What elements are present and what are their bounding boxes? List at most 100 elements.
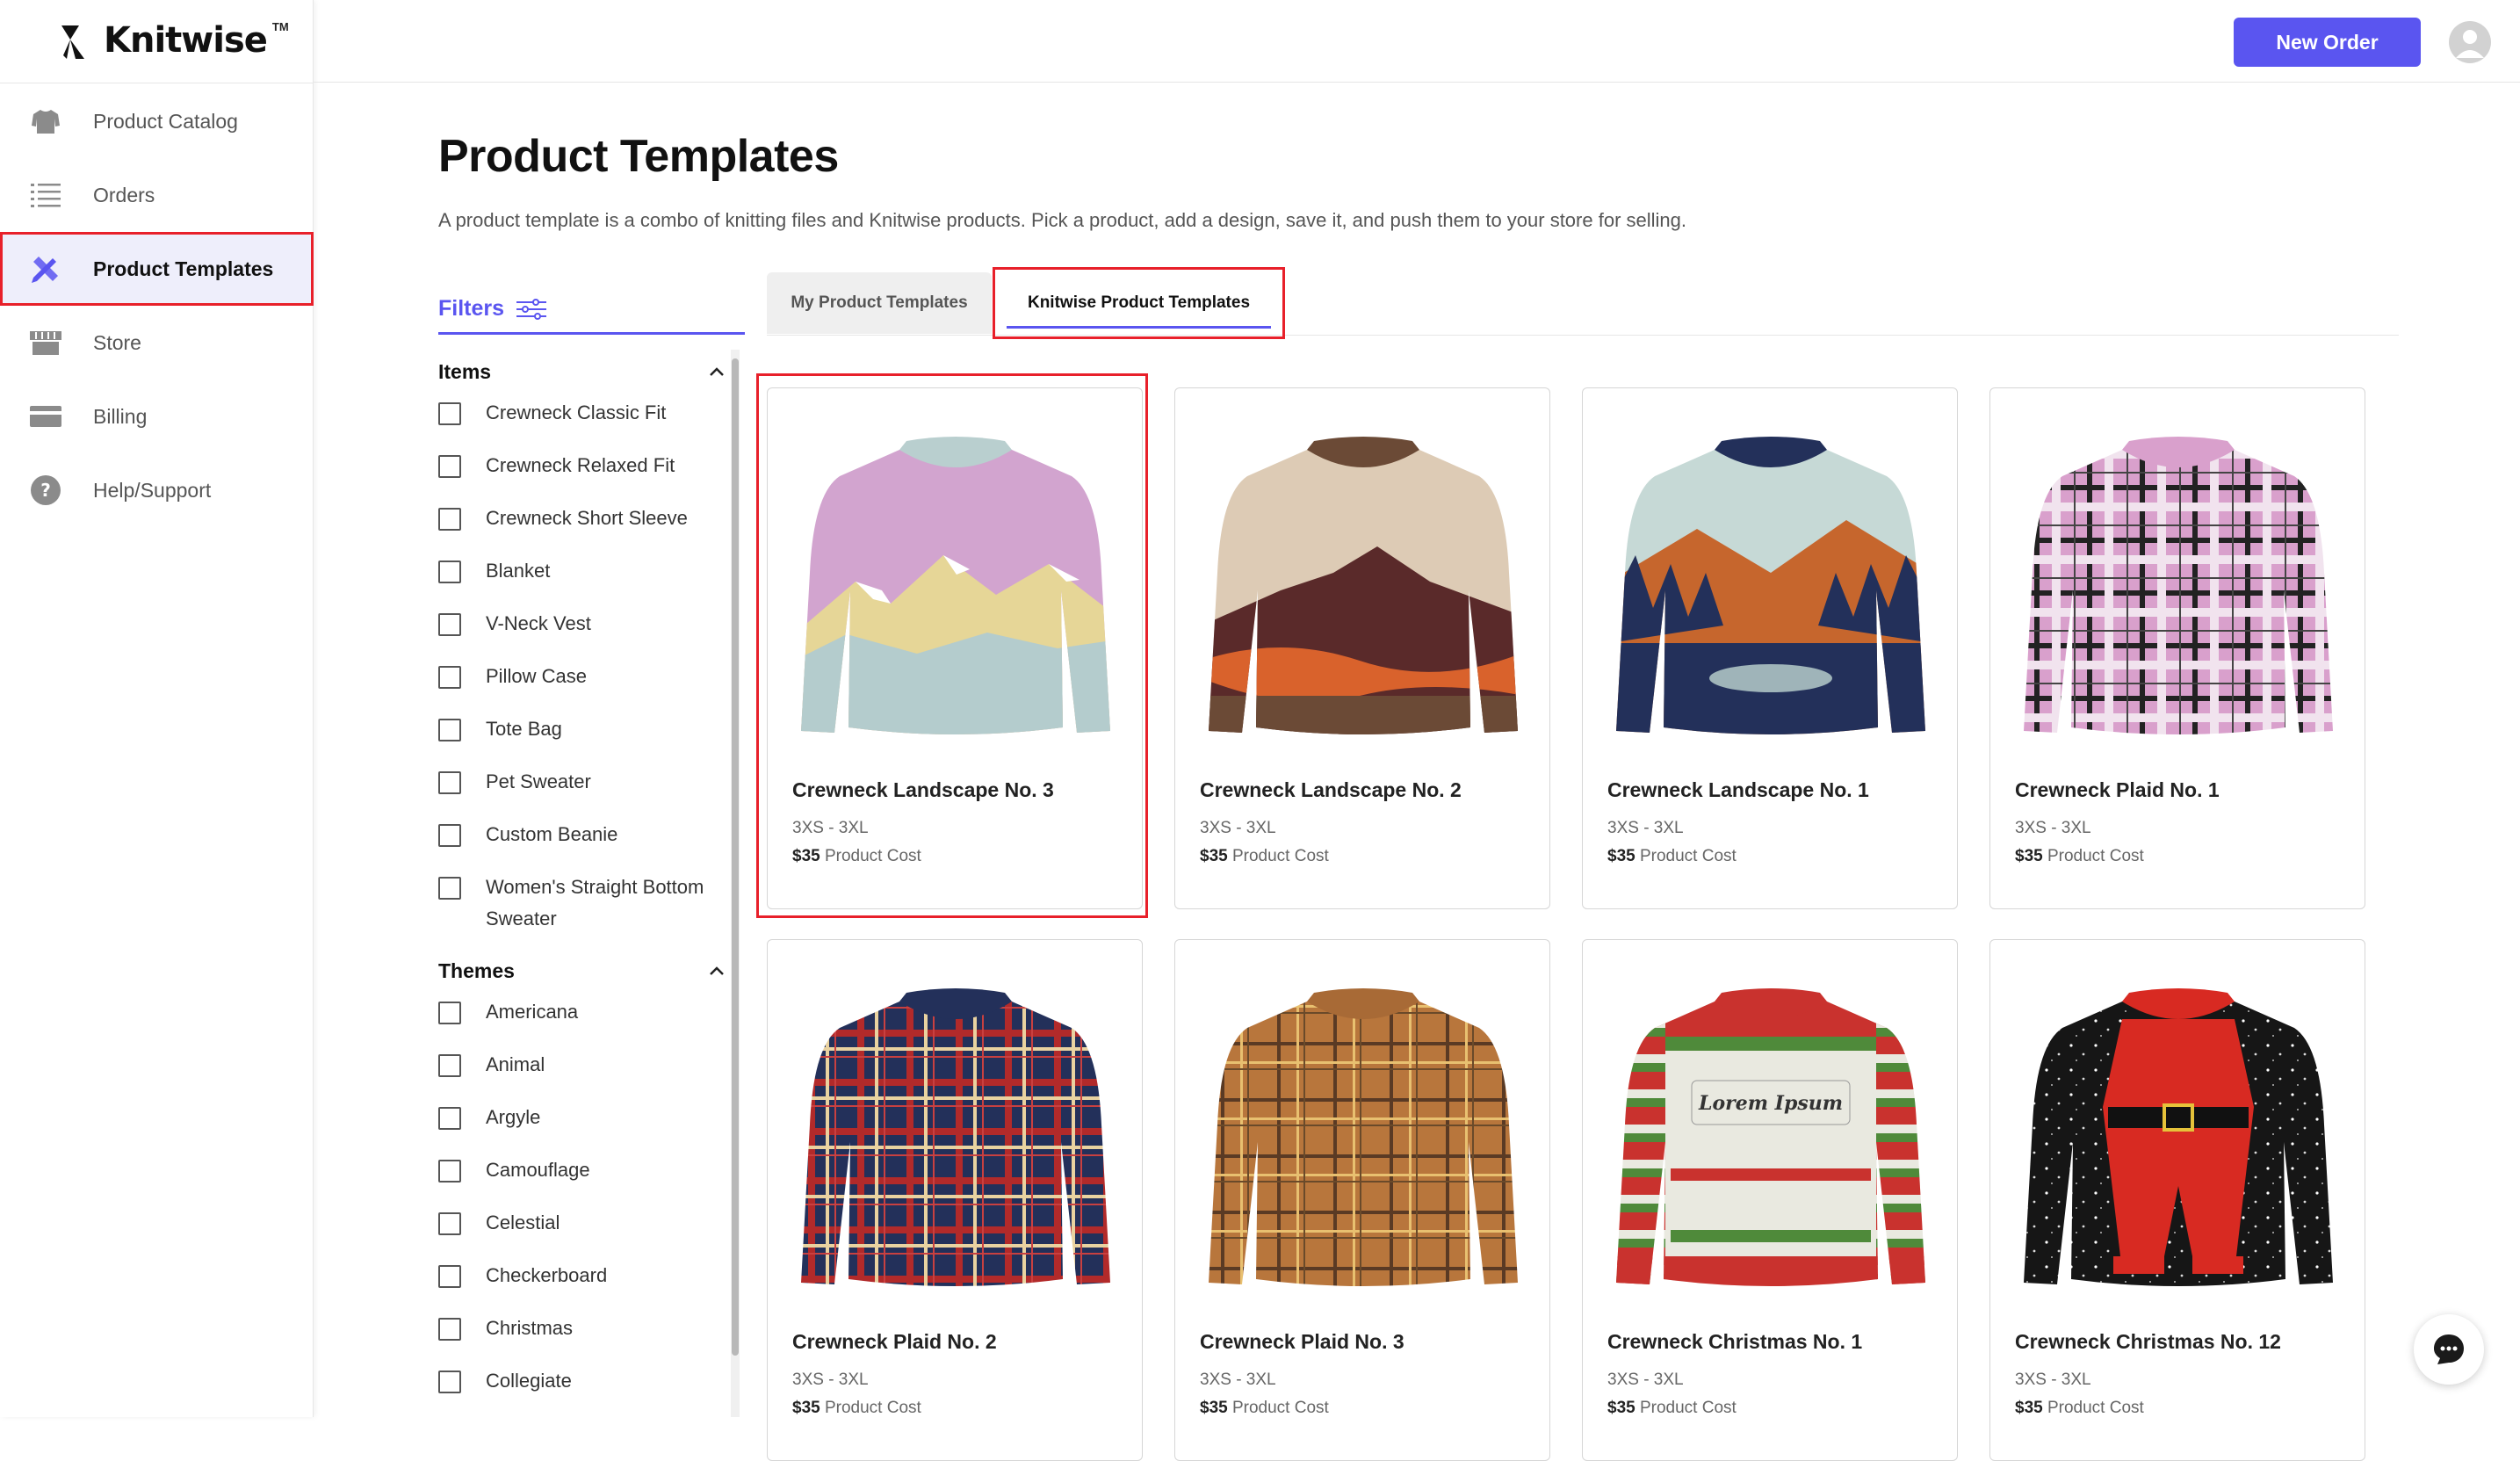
new-order-button[interactable]: New Order bbox=[2234, 18, 2421, 67]
filter-option[interactable]: Camouflage bbox=[438, 1147, 745, 1200]
filter-option-label: Blanket bbox=[486, 560, 551, 582]
product-cost: $35 Product Cost bbox=[1200, 1399, 1329, 1418]
product-card[interactable]: Crewneck Plaid No. 1 3XS - 3XL $35 Produ… bbox=[1989, 387, 2365, 909]
product-name: Crewneck Christmas No. 1 bbox=[1607, 1330, 1863, 1353]
sidebar-item-label: Product Catalog bbox=[93, 109, 238, 133]
filter-option-label: Tote Bag bbox=[486, 718, 562, 740]
checkbox[interactable] bbox=[438, 1002, 461, 1024]
filter-option[interactable]: Celestial bbox=[438, 1200, 745, 1253]
filter-option[interactable]: Argyle bbox=[438, 1095, 745, 1147]
checkbox[interactable] bbox=[438, 666, 461, 689]
checkbox[interactable] bbox=[438, 1371, 461, 1393]
knitwise-logo-icon bbox=[61, 25, 84, 59]
sidebar-item-billing[interactable]: Billing bbox=[0, 380, 314, 453]
filter-option-label: Women's Straight Bottom Sweater bbox=[486, 876, 704, 929]
checkbox[interactable] bbox=[438, 508, 461, 531]
sidebar-item-store[interactable]: Store bbox=[0, 306, 314, 380]
product-card[interactable]: Crewneck Landscape No. 1 3XS - 3XL $35 P… bbox=[1582, 387, 1958, 909]
product-name: Crewneck Landscape No. 2 bbox=[1200, 778, 1462, 801]
filter-option[interactable]: Christmas bbox=[438, 1305, 745, 1358]
product-sizes: 3XS - 3XL bbox=[1200, 1371, 1276, 1389]
checkbox[interactable] bbox=[438, 1160, 461, 1183]
user-avatar-icon[interactable] bbox=[2449, 21, 2491, 63]
product-price: $35 bbox=[2015, 847, 2043, 865]
product-card[interactable]: Lorem Ipsum Crewneck Christmas No. 1 3XS… bbox=[1582, 939, 1958, 1461]
filter-group-themes-header[interactable]: Themes bbox=[438, 952, 745, 989]
filter-option-label: Celestial bbox=[486, 1211, 560, 1233]
sweater-plaid-3-image bbox=[1209, 988, 1518, 1286]
product-price: $35 bbox=[1200, 847, 1228, 865]
filter-option[interactable]: Custom Beanie bbox=[438, 812, 745, 864]
checkbox[interactable] bbox=[438, 613, 461, 636]
filter-option[interactable]: Women's Straight Bottom Sweater bbox=[438, 864, 745, 949]
filter-option-label: Crewneck Classic Fit bbox=[486, 401, 667, 423]
product-name: Crewneck Plaid No. 2 bbox=[792, 1330, 997, 1353]
sweater-landscape-3-image bbox=[801, 437, 1110, 734]
checkbox[interactable] bbox=[438, 719, 461, 741]
filter-option[interactable]: Collegiate bbox=[438, 1358, 745, 1411]
sidebar-item-orders[interactable]: Orders bbox=[0, 158, 314, 232]
tab-my-product-templates[interactable]: My Product Templates bbox=[767, 272, 992, 334]
checkbox[interactable] bbox=[438, 455, 461, 478]
checkbox[interactable] bbox=[438, 561, 461, 583]
checkbox[interactable] bbox=[438, 771, 461, 794]
tab-knitwise-product-templates[interactable]: Knitwise Product Templates bbox=[993, 267, 1285, 339]
filter-option[interactable]: V-Neck Vest bbox=[438, 601, 745, 654]
checkbox[interactable] bbox=[438, 1212, 461, 1235]
brand-logo[interactable]: Knitwise TM bbox=[58, 14, 289, 67]
sidebar-item-product-catalog[interactable]: Product Catalog bbox=[0, 84, 314, 158]
filter-group-items-header[interactable]: Items bbox=[438, 353, 745, 390]
filter-option[interactable]: Crewneck Classic Fit bbox=[438, 390, 745, 443]
filter-option-label: Christmas bbox=[486, 1317, 574, 1339]
product-card[interactable]: Crewneck Landscape No. 2 3XS - 3XL $35 P… bbox=[1174, 387, 1550, 909]
checkbox[interactable] bbox=[438, 877, 461, 900]
product-card[interactable]: Crewneck Christmas No. 12 3XS - 3XL $35 … bbox=[1989, 939, 2365, 1461]
product-price: $35 bbox=[1200, 1399, 1228, 1417]
filter-option-label: Animal bbox=[486, 1053, 545, 1075]
sidebar-item-help-support[interactable]: ? Help/Support bbox=[0, 453, 314, 527]
chevron-up-icon bbox=[710, 367, 724, 376]
filter-panel: Items Crewneck Classic Fit Crewneck Rela… bbox=[438, 350, 745, 1417]
product-cost: $35 Product Cost bbox=[1607, 847, 1737, 866]
top-bar: New Order bbox=[314, 0, 2520, 83]
sidebar-item-product-templates[interactable]: Product Templates bbox=[0, 232, 314, 306]
filter-scrollbar-thumb[interactable] bbox=[732, 358, 739, 1356]
filter-option[interactable]: Americana bbox=[438, 989, 745, 1042]
filter-option[interactable]: Pillow Case bbox=[438, 654, 745, 706]
product-card[interactable]: Crewneck Plaid No. 3 3XS - 3XL $35 Produ… bbox=[1174, 939, 1550, 1461]
filter-option[interactable]: Tote Bag bbox=[438, 706, 745, 759]
highlight-box bbox=[993, 267, 1285, 339]
filter-group-title: Themes bbox=[438, 958, 515, 982]
storefront-icon bbox=[30, 327, 61, 358]
checkbox[interactable] bbox=[438, 1318, 461, 1341]
checkbox[interactable] bbox=[438, 1054, 461, 1077]
list-icon bbox=[30, 179, 61, 211]
filter-option[interactable]: Animal bbox=[438, 1042, 745, 1095]
checkbox[interactable] bbox=[438, 1107, 461, 1130]
chat-launcher-button[interactable] bbox=[2414, 1314, 2484, 1385]
checkbox[interactable] bbox=[438, 1265, 461, 1288]
filter-option-label: Argyle bbox=[486, 1106, 541, 1128]
brand-trademark: TM bbox=[271, 19, 289, 33]
product-cost-label: Product Cost bbox=[1231, 1399, 1329, 1417]
sweater-landscape-2-image bbox=[1209, 437, 1518, 734]
filters-toggle[interactable]: Filters bbox=[438, 286, 745, 335]
product-cost-label: Product Cost bbox=[1639, 1399, 1737, 1417]
filter-option[interactable]: Blanket bbox=[438, 548, 745, 601]
brand-name: Knitwise bbox=[104, 20, 268, 61]
ruler-pencil-icon bbox=[30, 253, 61, 285]
template-tabs: My Product Templates Knitwise Product Te… bbox=[767, 267, 2399, 339]
product-card[interactable]: Crewneck Landscape No. 3 3XS - 3XL $35 P… bbox=[767, 387, 1143, 909]
sweater-plaid-1-image bbox=[2024, 437, 2333, 734]
filter-option[interactable]: Crewneck Relaxed Fit bbox=[438, 443, 745, 495]
checkbox[interactable] bbox=[438, 402, 461, 425]
checkbox[interactable] bbox=[438, 824, 461, 847]
filter-option[interactable]: Checkerboard bbox=[438, 1253, 745, 1305]
product-sizes: 3XS - 3XL bbox=[1607, 1371, 1684, 1389]
product-card[interactable]: Crewneck Plaid No. 2 3XS - 3XL $35 Produ… bbox=[767, 939, 1143, 1461]
filter-option[interactable]: Pet Sweater bbox=[438, 759, 745, 812]
product-price: $35 bbox=[1607, 847, 1635, 865]
filter-option[interactable]: Crewneck Short Sleeve bbox=[438, 495, 745, 548]
product-cost: $35 Product Cost bbox=[792, 1399, 921, 1418]
product-name: Crewneck Landscape No. 3 bbox=[792, 778, 1054, 801]
